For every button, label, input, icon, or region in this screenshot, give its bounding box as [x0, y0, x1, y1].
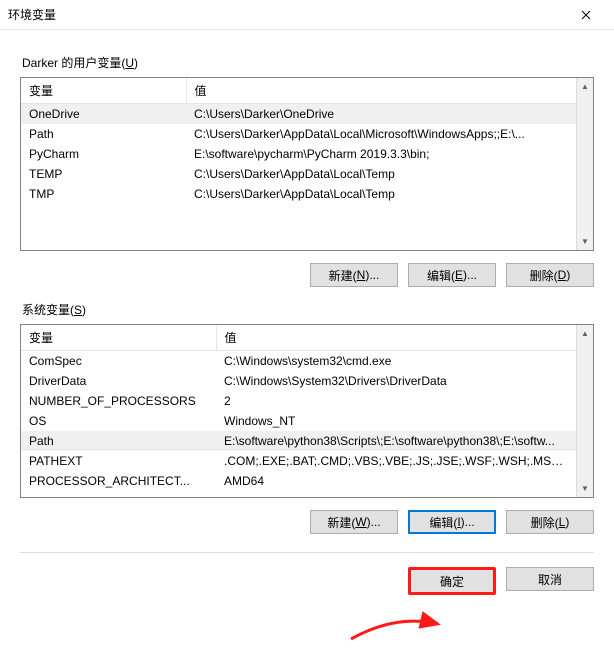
- dialog-content: Darker 的用户变量(U) 变量 值 OneDriveC:\Users\Da…: [0, 30, 614, 595]
- user-vars-label-suffix: ): [134, 56, 138, 70]
- cell-value: AMD64: [216, 471, 576, 491]
- close-button[interactable]: [566, 1, 606, 29]
- cell-variable: Path: [21, 124, 186, 144]
- cell-variable: TEMP: [21, 164, 186, 184]
- user-vars-table[interactable]: 变量 值 OneDriveC:\Users\Darker\OneDrivePat…: [21, 78, 576, 204]
- window-title: 环境变量: [8, 6, 566, 23]
- table-row[interactable]: PROCESSOR_ARCHITECT...AMD64: [21, 471, 576, 491]
- system-col-value[interactable]: 值: [216, 325, 576, 351]
- table-row[interactable]: PyCharmE:\software\pycharm\PyCharm 2019.…: [21, 144, 576, 164]
- system-col-variable[interactable]: 变量: [21, 325, 216, 351]
- cell-value: C:\Users\Darker\AppData\Local\Temp: [186, 184, 576, 204]
- system-vars-label-hotkey: S: [74, 303, 82, 317]
- close-icon: [581, 10, 591, 20]
- system-vars-label: 系统变量(S): [22, 301, 594, 318]
- cell-variable: TMP: [21, 184, 186, 204]
- cell-variable: PROCESSOR_ARCHITECT...: [21, 471, 216, 491]
- system-vars-table[interactable]: 变量 值 ComSpecC:\Windows\system32\cmd.exeD…: [21, 325, 576, 491]
- cell-value: C:\Users\Darker\AppData\Local\Microsoft\…: [186, 124, 576, 144]
- cell-value: C:\Windows\System32\Drivers\DriverData: [216, 371, 576, 391]
- titlebar: 环境变量: [0, 0, 614, 30]
- user-col-value[interactable]: 值: [186, 78, 576, 104]
- system-new-button[interactable]: 新建(W)...: [310, 510, 398, 534]
- scroll-track[interactable]: [577, 95, 593, 233]
- system-delete-button[interactable]: 删除(L): [506, 510, 594, 534]
- cell-variable: ComSpec: [21, 351, 216, 372]
- user-delete-button[interactable]: 删除(D): [506, 263, 594, 287]
- user-col-variable[interactable]: 变量: [21, 78, 186, 104]
- table-row[interactable]: TEMPC:\Users\Darker\AppData\Local\Temp: [21, 164, 576, 184]
- user-scrollbar[interactable]: ▲ ▼: [576, 78, 593, 250]
- system-scrollbar[interactable]: ▲ ▼: [576, 325, 593, 497]
- system-vars-table-box: 变量 值 ComSpecC:\Windows\system32\cmd.exeD…: [20, 324, 594, 498]
- table-row[interactable]: PATHEXT.COM;.EXE;.BAT;.CMD;.VBS;.VBE;.JS…: [21, 451, 576, 471]
- cell-variable: PyCharm: [21, 144, 186, 164]
- scroll-up-icon[interactable]: ▲: [577, 325, 593, 342]
- user-vars-buttons: 新建(N)... 编辑(E)... 删除(D): [20, 263, 594, 287]
- cell-value: C:\Windows\system32\cmd.exe: [216, 351, 576, 372]
- cell-value: E:\software\pycharm\PyCharm 2019.3.3\bin…: [186, 144, 576, 164]
- table-row[interactable]: DriverDataC:\Windows\System32\Drivers\Dr…: [21, 371, 576, 391]
- table-row[interactable]: TMPC:\Users\Darker\AppData\Local\Temp: [21, 184, 576, 204]
- annotation-arrow-icon: [346, 609, 446, 649]
- user-vars-label-hotkey: U: [125, 56, 134, 70]
- ok-button[interactable]: 确定: [408, 567, 496, 595]
- cell-variable: OneDrive: [21, 104, 186, 125]
- cell-variable: NUMBER_OF_PROCESSORS: [21, 391, 216, 411]
- cell-value: 2: [216, 391, 576, 411]
- table-row[interactable]: NUMBER_OF_PROCESSORS2: [21, 391, 576, 411]
- system-vars-buttons: 新建(W)... 编辑(I)... 删除(L): [20, 510, 594, 534]
- system-vars-label-suffix: ): [82, 303, 86, 317]
- cell-value: C:\Users\Darker\OneDrive: [186, 104, 576, 125]
- user-new-button[interactable]: 新建(N)...: [310, 263, 398, 287]
- user-vars-table-box: 变量 值 OneDriveC:\Users\Darker\OneDrivePat…: [20, 77, 594, 251]
- user-vars-label: Darker 的用户变量(U): [22, 54, 594, 71]
- system-vars-label-prefix: 系统变量(: [22, 303, 74, 317]
- cell-value: C:\Users\Darker\AppData\Local\Temp: [186, 164, 576, 184]
- user-edit-button[interactable]: 编辑(E)...: [408, 263, 496, 287]
- system-edit-button[interactable]: 编辑(I)...: [408, 510, 496, 534]
- user-vars-label-prefix: Darker 的用户变量(: [22, 56, 125, 70]
- table-row[interactable]: PathC:\Users\Darker\AppData\Local\Micros…: [21, 124, 576, 144]
- dialog-buttons: 确定 取消: [20, 552, 594, 595]
- cell-value: E:\software\python38\Scripts\;E:\softwar…: [216, 431, 576, 451]
- table-row[interactable]: OneDriveC:\Users\Darker\OneDrive: [21, 104, 576, 125]
- cell-variable: OS: [21, 411, 216, 431]
- cell-variable: Path: [21, 431, 216, 451]
- scroll-up-icon[interactable]: ▲: [577, 78, 593, 95]
- cell-variable: PATHEXT: [21, 451, 216, 471]
- scroll-down-icon[interactable]: ▼: [577, 233, 593, 250]
- cell-value: .COM;.EXE;.BAT;.CMD;.VBS;.VBE;.JS;.JSE;.…: [216, 451, 576, 471]
- scroll-track[interactable]: [577, 342, 593, 480]
- scroll-down-icon[interactable]: ▼: [577, 480, 593, 497]
- cancel-button[interactable]: 取消: [506, 567, 594, 591]
- cell-value: Windows_NT: [216, 411, 576, 431]
- cell-variable: DriverData: [21, 371, 216, 391]
- table-row[interactable]: ComSpecC:\Windows\system32\cmd.exe: [21, 351, 576, 372]
- table-row[interactable]: PathE:\software\python38\Scripts\;E:\sof…: [21, 431, 576, 451]
- table-row[interactable]: OSWindows_NT: [21, 411, 576, 431]
